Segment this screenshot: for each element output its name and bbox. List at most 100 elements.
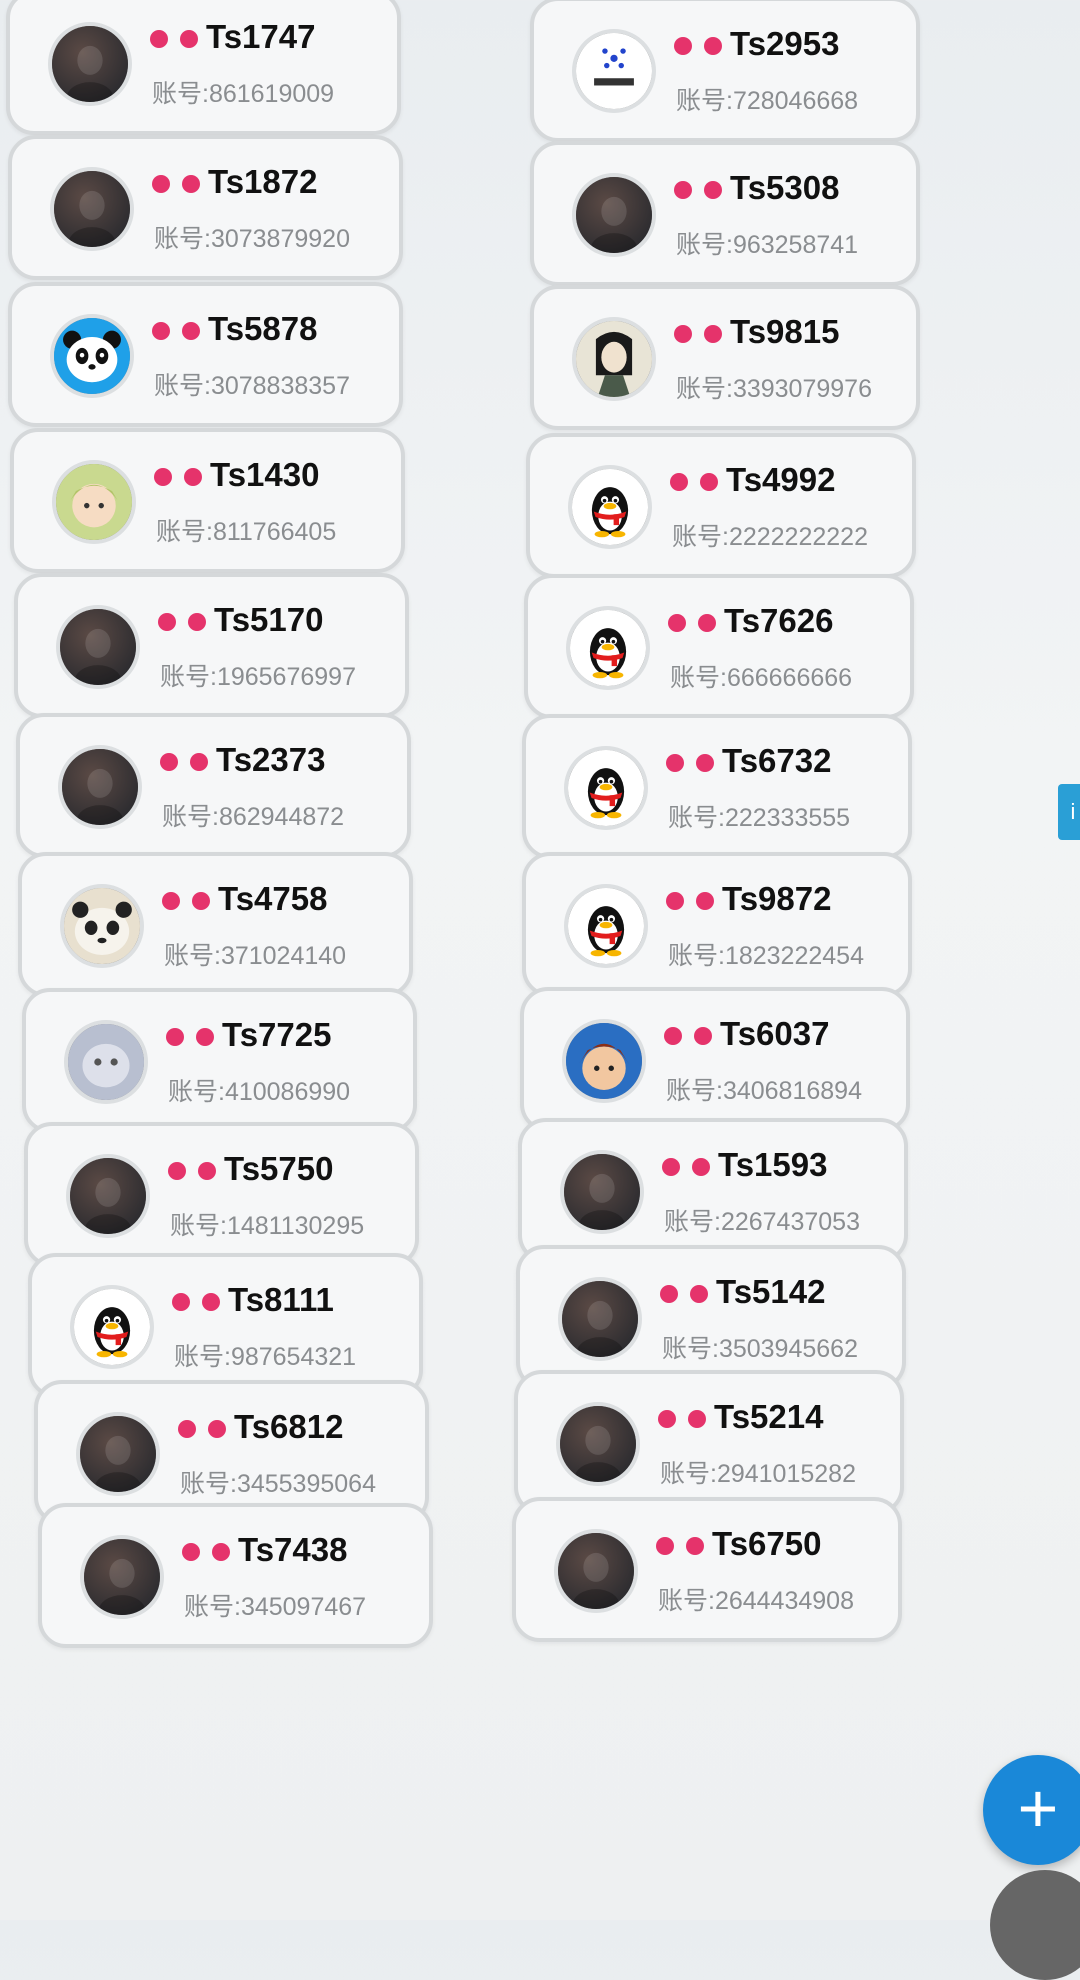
account-number: 账号:2644434908 [658,1587,854,1615]
account-card[interactable]: Ts5142 账号:3503945662 [516,1245,906,1390]
status-dot [182,1543,200,1561]
status-dot [152,175,170,193]
status-dots [674,325,722,343]
account-name: Ts2953 [730,25,840,62]
account-name: Ts6812 [234,1408,344,1445]
status-dot [694,1027,712,1045]
account-number: 账号:2222222222 [672,523,868,551]
account-number: 账号:1965676997 [160,663,356,691]
account-card[interactable]: Ts4758 账号:371024140 [18,852,413,997]
status-dot [692,1158,710,1176]
account-card[interactable]: Ts2373 账号:862944872 [16,713,411,858]
status-dots [670,473,718,491]
status-dot [704,325,722,343]
account-number: 账号:963258741 [676,231,859,259]
account-name: Ts1747 [206,18,316,55]
account-card[interactable]: Ts8111 账号:987654321 [28,1253,423,1398]
status-dot [190,753,208,771]
account-number: 账号:1481130295 [170,1212,365,1240]
status-dot [704,37,722,55]
account-name: Ts4992 [726,461,836,498]
account-number: 账号:3455395064 [180,1470,376,1498]
avatar [50,314,134,398]
account-card[interactable]: Ts5170 账号:1965676997 [14,573,409,718]
account-card[interactable]: Ts6037 账号:3406816894 [520,987,910,1132]
account-card[interactable]: Ts1872 账号:3073879920 [8,135,403,280]
account-number: 账号:3078838357 [154,372,350,400]
account-card[interactable]: Ts6732 账号:222333555 [522,714,912,859]
status-dot [696,892,714,910]
account-card[interactable]: Ts5214 账号:2941015282 [514,1370,904,1515]
account-card[interactable]: Ts9872 账号:1823222454 [522,852,912,997]
status-dots [152,175,200,193]
avatar [560,1150,644,1234]
account-card[interactable]: Ts1747 账号:861619009 [6,0,401,135]
account-name: Ts1593 [718,1146,828,1183]
status-dots [658,1410,706,1428]
account-name: Ts5878 [208,310,318,347]
account-card[interactable]: Ts5878 账号:3078838357 [8,282,403,427]
status-dot [668,614,686,632]
status-dots [662,1158,710,1176]
account-card[interactable]: Ts1430 账号:811766405 [10,428,405,573]
status-dots [674,181,722,199]
account-number: 账号:862944872 [162,803,345,831]
avatar [48,22,132,106]
account-card[interactable]: Ts9815 账号:3393079976 [530,285,920,430]
account-card[interactable]: Ts5308 账号:963258741 [530,141,920,286]
account-card[interactable]: Ts4992 账号:2222222222 [526,433,916,578]
account-name: Ts7438 [238,1531,348,1568]
status-dot [182,175,200,193]
status-dots [664,1027,712,1045]
account-number: 账号:2941015282 [660,1460,856,1488]
account-card[interactable]: Ts5750 账号:1481130295 [24,1122,419,1267]
account-card[interactable]: Ts7626 账号:666666666 [524,574,914,719]
avatar [558,1277,642,1361]
avatar [64,1020,148,1104]
status-dot [172,1293,190,1311]
account-name: Ts6732 [722,742,832,779]
account-card[interactable]: Ts1593 账号:2267437053 [518,1118,908,1263]
avatar [50,167,134,251]
status-dot [184,468,202,486]
account-name: Ts5170 [214,601,324,638]
account-grid: Ts1747 账号:861619009 Ts1872 账号:3073879920 T… [0,0,1080,1920]
avatar [58,745,142,829]
avatar [70,1285,154,1369]
account-number: 账号:811766405 [156,518,337,546]
avatar [568,465,652,549]
status-dot [188,613,206,631]
status-dots [674,37,722,55]
status-dot [658,1410,676,1428]
status-dot [178,1420,196,1438]
status-dot [674,181,692,199]
account-card[interactable]: Ts6750 账号:2644434908 [512,1497,902,1642]
avatar [572,317,656,401]
account-name: Ts7626 [724,602,834,639]
side-tab[interactable]: i [1058,784,1080,840]
status-dot [192,892,210,910]
account-name: Ts1430 [210,456,320,493]
status-dot [686,1537,704,1555]
account-card[interactable]: Ts7438 账号:345097467 [38,1503,433,1648]
status-dot [202,1293,220,1311]
avatar [572,29,656,113]
account-number: 账号:3393079976 [676,375,872,403]
account-card[interactable]: Ts7725 账号:410086990 [22,988,417,1133]
account-card[interactable]: Ts2953 账号:728046668 [530,0,920,142]
account-number: 账号:410086990 [168,1078,351,1106]
account-name: Ts9815 [730,313,840,350]
account-number: 账号:3503945662 [662,1335,858,1363]
account-number: 账号:222333555 [668,804,851,832]
account-name: Ts5308 [730,169,840,206]
status-dot [158,613,176,631]
status-dot [688,1410,706,1428]
status-dots [162,892,210,910]
status-dot [690,1285,708,1303]
status-dot [664,1027,682,1045]
account-name: Ts2373 [216,741,326,778]
status-dot [180,30,198,48]
status-dots [660,1285,708,1303]
avatar [564,746,648,830]
status-dots [666,754,714,772]
